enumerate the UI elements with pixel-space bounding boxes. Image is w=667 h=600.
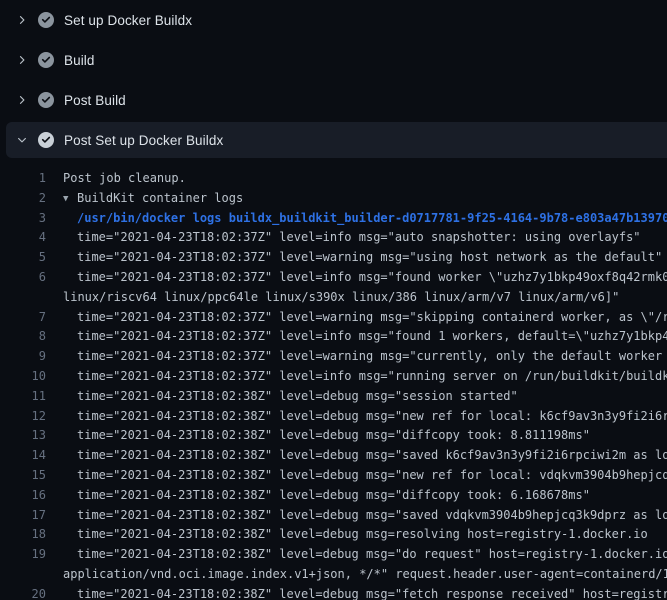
check-circle-icon xyxy=(38,12,54,28)
log-text: time="2021-04-23T18:02:38Z" level=debug … xyxy=(77,409,667,423)
line-number[interactable]: 4 xyxy=(0,228,46,248)
log-row: 1 Post job cleanup. xyxy=(0,169,667,189)
log-text: time="2021-04-23T18:02:38Z" level=debug … xyxy=(77,547,667,561)
log-row: 10 time="2021-04-23T18:02:37Z" level=info… xyxy=(0,367,667,387)
step-row-post-build[interactable]: Post Build xyxy=(0,80,667,120)
check-circle-icon xyxy=(38,92,54,108)
log-row: 8 time="2021-04-23T18:02:37Z" level=info … xyxy=(0,327,667,347)
log-text: time="2021-04-23T18:02:37Z" level=info m… xyxy=(77,329,667,343)
line-number[interactable]: 17 xyxy=(0,506,46,526)
log-text: Post job cleanup. xyxy=(63,171,186,185)
triangle-down-icon[interactable]: ▼ xyxy=(63,190,77,210)
log-row: 4 time="2021-04-23T18:02:37Z" level=info … xyxy=(0,228,667,248)
line-number[interactable]: 5 xyxy=(0,248,46,268)
line-number[interactable]: 1 xyxy=(0,169,46,189)
line-number[interactable]: 7 xyxy=(0,308,46,328)
log-text: time="2021-04-23T18:02:38Z" level=debug … xyxy=(77,488,590,502)
log-text: time="2021-04-23T18:02:37Z" level=info m… xyxy=(77,230,641,244)
step-label: Build xyxy=(64,53,95,68)
step-label: Set up Docker Buildx xyxy=(64,13,192,28)
workflow-log-viewer: Set up Docker Buildx Build Post Build Post … xyxy=(0,0,667,600)
log-text: linux/riscv64 linux/ppc64le linux/s390x … xyxy=(63,290,619,304)
log-text: time="2021-04-23T18:02:37Z" level=info m… xyxy=(77,270,667,284)
log-lines: 1 Post job cleanup. 2 ▼BuildKit container l… xyxy=(0,160,667,600)
log-row: 13 time="2021-04-23T18:02:38Z" level=debu… xyxy=(0,426,667,446)
log-text: application/vnd.oci.image.index.v1+json,… xyxy=(63,567,667,581)
log-text: time="2021-04-23T18:02:38Z" level=debug … xyxy=(77,389,518,403)
log-row: 17 time="2021-04-23T18:02:38Z" level=debu… xyxy=(0,506,667,526)
log-text: time="2021-04-23T18:02:38Z" level=debug … xyxy=(77,428,590,442)
line-number[interactable]: 3 xyxy=(0,209,46,229)
log-text: time="2021-04-23T18:02:38Z" level=debug … xyxy=(77,448,667,462)
log-row: 19 time="2021-04-23T18:02:38Z" level=debu… xyxy=(0,545,667,565)
log-row: 3/usr/bin/docker logs buildx_buildkit_bu… xyxy=(0,209,667,229)
line-number[interactable]: 16 xyxy=(0,486,46,506)
log-row: application/vnd.oci.image.index.v1+json,… xyxy=(0,565,667,585)
log-text: time="2021-04-23T18:02:37Z" level=info m… xyxy=(77,369,667,383)
log-row: 18 time="2021-04-23T18:02:38Z" level=debu… xyxy=(0,525,667,545)
log-row: 11 time="2021-04-23T18:02:38Z" level=debu… xyxy=(0,387,667,407)
step-row-build[interactable]: Build xyxy=(0,40,667,80)
log-text: time="2021-04-23T18:02:37Z" level=warnin… xyxy=(77,250,662,264)
log-text: time="2021-04-23T18:02:37Z" level=warnin… xyxy=(77,310,667,324)
step-row-post-set-up-docker-buildx[interactable]: Post Set up Docker Buildx xyxy=(6,122,667,158)
line-number[interactable]: 9 xyxy=(0,347,46,367)
line-number[interactable]: 8 xyxy=(0,327,46,347)
log-row: 5 time="2021-04-23T18:02:37Z" level=warni… xyxy=(0,248,667,268)
line-number[interactable]: 18 xyxy=(0,525,46,545)
log-text: time="2021-04-23T18:02:37Z" level=warnin… xyxy=(77,349,667,363)
chevron-right-icon[interactable] xyxy=(14,12,30,28)
log-row: linux/riscv64 linux/ppc64le linux/s390x … xyxy=(0,288,667,308)
log-row: 12 time="2021-04-23T18:02:38Z" level=debu… xyxy=(0,407,667,427)
line-number[interactable]: 19 xyxy=(0,545,46,565)
line-number[interactable]: 20 xyxy=(0,585,46,600)
log-row: 9 time="2021-04-23T18:02:37Z" level=warni… xyxy=(0,347,667,367)
line-number[interactable]: 11 xyxy=(0,387,46,407)
line-number[interactable]: 15 xyxy=(0,466,46,486)
log-group-title: BuildKit container logs xyxy=(77,191,243,205)
check-circle-icon xyxy=(38,52,54,68)
log-row: 15 time="2021-04-23T18:02:38Z" level=debu… xyxy=(0,466,667,486)
log-group-row[interactable]: 2 ▼BuildKit container logs xyxy=(0,189,667,209)
line-number[interactable]: 13 xyxy=(0,426,46,446)
step-row-set-up-docker-buildx[interactable]: Set up Docker Buildx xyxy=(0,0,667,40)
line-number[interactable]: 12 xyxy=(0,407,46,427)
chevron-right-icon[interactable] xyxy=(14,92,30,108)
line-number[interactable]: 14 xyxy=(0,446,46,466)
steps-list: Set up Docker Buildx Build Post Build Post … xyxy=(0,0,667,160)
step-label: Post Set up Docker Buildx xyxy=(64,133,223,148)
log-text: time="2021-04-23T18:02:38Z" level=debug … xyxy=(77,587,667,600)
command-text: /usr/bin/docker logs buildx_buildkit_bui… xyxy=(77,211,667,225)
log-row: 14 time="2021-04-23T18:02:38Z" level=debu… xyxy=(0,446,667,466)
chevron-down-icon[interactable] xyxy=(14,132,30,148)
log-text: time="2021-04-23T18:02:38Z" level=debug … xyxy=(77,508,667,522)
log-row: 7 time="2021-04-23T18:02:37Z" level=warni… xyxy=(0,308,667,328)
check-circle-icon xyxy=(38,132,54,148)
line-number[interactable]: 10 xyxy=(0,367,46,387)
log-row: 6 time="2021-04-23T18:02:37Z" level=info … xyxy=(0,268,667,288)
line-number[interactable]: 2 xyxy=(0,189,46,209)
log-text: time="2021-04-23T18:02:38Z" level=debug … xyxy=(77,527,648,541)
step-label: Post Build xyxy=(64,93,126,108)
chevron-right-icon[interactable] xyxy=(14,52,30,68)
log-row: 16 time="2021-04-23T18:02:38Z" level=debu… xyxy=(0,486,667,506)
log-row: 20 time="2021-04-23T18:02:38Z" level=debu… xyxy=(0,585,667,600)
log-text: time="2021-04-23T18:02:38Z" level=debug … xyxy=(77,468,667,482)
line-number[interactable]: 6 xyxy=(0,268,46,288)
